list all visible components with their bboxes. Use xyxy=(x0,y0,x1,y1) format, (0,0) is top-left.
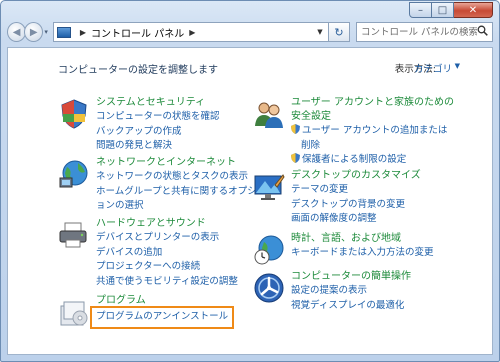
control-panel-icon xyxy=(56,26,71,38)
address-dropdown-icon[interactable]: ▼ xyxy=(312,28,328,36)
link-mobility-settings[interactable]: 共通で使うモビリティ設定の調整 xyxy=(96,275,276,290)
link-get-recommendations[interactable]: 設定の提案の表示 xyxy=(291,284,471,299)
users-icon xyxy=(255,102,283,128)
maximize-button[interactable]: □ xyxy=(432,2,454,18)
link-uninstall-program[interactable]: プログラムのアンインストール xyxy=(89,306,235,329)
category-title-system-security[interactable]: システムとセキュリティ xyxy=(96,96,276,110)
link-optimize-visual-display[interactable]: 視覚ディスプレイの最適化 xyxy=(291,299,471,314)
view-by-dropdown[interactable]: カテゴリ xyxy=(414,61,452,75)
navigation-toolbar: ◀ ▶ ▾ ▶ コントロール パネル ▶ ▼ ↻ xyxy=(7,20,493,44)
category-title-clock-language-region[interactable]: 時計、言語、および地域 xyxy=(291,232,471,246)
refresh-icon: ↻ xyxy=(334,25,344,39)
breadcrumb-chevron-icon[interactable]: ▶ xyxy=(80,28,86,37)
view-by-caret-icon[interactable]: ▼ xyxy=(455,62,460,70)
category-title-user-accounts[interactable]: ユーザー アカウントと家族のための xyxy=(291,96,471,110)
link-change-background[interactable]: デスクトップの背景の変更 xyxy=(291,198,471,213)
forward-button[interactable]: ▶ xyxy=(24,22,44,42)
category-title-ease-of-access[interactable]: コンピューターの簡単操作 xyxy=(291,270,471,284)
close-button[interactable]: ✕ xyxy=(454,2,493,18)
link-view-network-status[interactable]: ネットワークの状態とタスクの表示 xyxy=(96,170,276,185)
search-icon[interactable] xyxy=(477,25,488,39)
breadcrumb-control-panel[interactable]: コントロール パネル xyxy=(91,25,184,40)
link-add-remove-user-line2[interactable]: 削除 xyxy=(291,139,471,154)
control-panel-window: – □ ✕ ◀ ▶ ▾ ▶ コントロール パネル ▶ ▼ ↻ コンピューターの設… xyxy=(0,0,500,362)
link-change-theme[interactable]: テーマの変更 xyxy=(291,183,471,198)
link-add-remove-user[interactable]: ユーザー アカウントの追加または xyxy=(302,125,447,136)
category-title-network-internet[interactable]: ネットワークとインターネット xyxy=(96,156,276,170)
category-title-appearance[interactable]: デスクトップのカスタマイズ xyxy=(291,169,471,183)
link-create-backup[interactable]: バックアップの作成 xyxy=(96,125,276,140)
link-adjust-resolution[interactable]: 画面の解像度の調整 xyxy=(291,212,471,227)
printer-icon xyxy=(59,222,87,248)
caption-buttons: – □ ✕ xyxy=(409,2,493,18)
globe-network-icon xyxy=(59,160,88,188)
link-add-device[interactable]: デバイスの追加 xyxy=(96,246,276,261)
programs-icon xyxy=(60,301,88,326)
control-panel-content: コンピューターの設定を調整します 表示方法: カテゴリ ▼ システムとセキュリテ… xyxy=(7,47,493,355)
link-devices-printers[interactable]: デバイスとプリンターの表示 xyxy=(96,231,276,246)
clock-globe-icon xyxy=(254,235,284,265)
shield-icon xyxy=(61,99,87,129)
uac-shield-icon xyxy=(291,124,300,134)
category-title-programs[interactable]: プログラム xyxy=(96,294,276,308)
desktop-personalize-icon xyxy=(254,174,285,200)
category-title-hardware-sound[interactable]: ハードウェアとサウンド xyxy=(96,217,276,231)
link-parental-controls[interactable]: 保護者による制限の設定 xyxy=(302,154,406,165)
ease-of-access-icon xyxy=(254,273,284,303)
refresh-button[interactable]: ↻ xyxy=(328,22,350,42)
uac-shield-icon xyxy=(291,153,300,163)
link-homegroup-sharing[interactable]: ホームグループと共有に関するオプションの選択 xyxy=(96,185,266,214)
address-bar[interactable]: ▶ コントロール パネル ▶ ▼ xyxy=(52,22,329,42)
link-connect-projector[interactable]: プロジェクターへの接続 xyxy=(96,260,276,275)
back-arrow-icon: ◀ xyxy=(12,26,21,38)
search-input[interactable] xyxy=(360,26,477,38)
page-title: コンピューターの設定を調整します xyxy=(58,65,218,76)
link-change-input-method[interactable]: キーボードまたは入力方法の変更 xyxy=(291,246,471,261)
link-check-computer-status[interactable]: コンピューターの状態を確認 xyxy=(96,110,276,125)
category-title-user-accounts-line2[interactable]: 安全設定 xyxy=(291,110,471,124)
forward-arrow-icon: ▶ xyxy=(29,26,38,38)
minimize-button[interactable]: – xyxy=(409,2,432,18)
link-find-fix-problems[interactable]: 問題の発見と解決 xyxy=(96,139,276,154)
search-box[interactable] xyxy=(355,22,493,42)
recent-pages-icon[interactable]: ▾ xyxy=(44,28,48,36)
breadcrumb-chevron-icon[interactable]: ▶ xyxy=(189,28,195,37)
